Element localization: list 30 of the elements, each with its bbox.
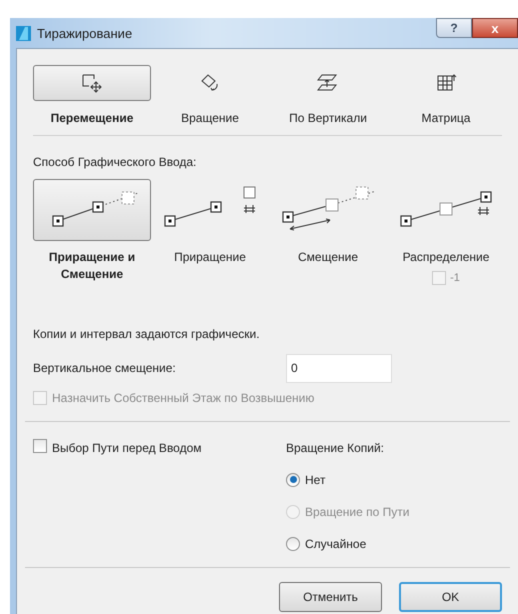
radio-label: Случайное bbox=[305, 536, 366, 552]
radio-label: Нет bbox=[305, 472, 326, 488]
rotation-label: Вращение Копий: bbox=[286, 440, 386, 456]
mode-tab[interactable]: По Вертикали bbox=[269, 65, 387, 127]
checkbox-label: Выбор Пути перед Вводом bbox=[52, 440, 202, 456]
checkbox-label: -1 bbox=[450, 271, 460, 286]
app-logo-icon bbox=[16, 26, 31, 42]
method-label: Приращение bbox=[174, 249, 246, 266]
help-button[interactable]: ? bbox=[436, 18, 472, 38]
dialog-button[interactable]: Отменить bbox=[279, 582, 382, 612]
input-method-option[interactable] bbox=[33, 179, 151, 241]
method-label: Распределение bbox=[402, 249, 490, 266]
dialog-button[interactable]: OK bbox=[399, 582, 502, 612]
mode-tab[interactable]: Вращение bbox=[151, 65, 269, 127]
radio-button[interactable] bbox=[286, 536, 300, 550]
move-icon bbox=[81, 73, 103, 93]
info-text: Копии и интервал задаются графически. bbox=[33, 326, 261, 342]
method-label: Приращение и Смещение bbox=[48, 249, 136, 283]
checkbox-label: Назначить Собственный Этаж по Возвышению bbox=[52, 390, 314, 406]
field-label: Вертикальное смещение: bbox=[33, 360, 177, 377]
window-title: Тиражирование bbox=[37, 25, 132, 43]
mode-tab[interactable]: Матрица bbox=[387, 65, 505, 127]
radio-label: Вращение по Пути bbox=[305, 504, 410, 520]
checkbox[interactable] bbox=[33, 438, 47, 452]
method-label: Смещение bbox=[298, 249, 358, 266]
grid-icon bbox=[435, 73, 457, 93]
radio-button[interactable] bbox=[286, 472, 300, 486]
vertical-offset-field[interactable]: 0 bbox=[286, 354, 392, 382]
elevate-plane-icon bbox=[317, 73, 339, 93]
section-label: Способ Графического Ввода: bbox=[33, 154, 198, 171]
